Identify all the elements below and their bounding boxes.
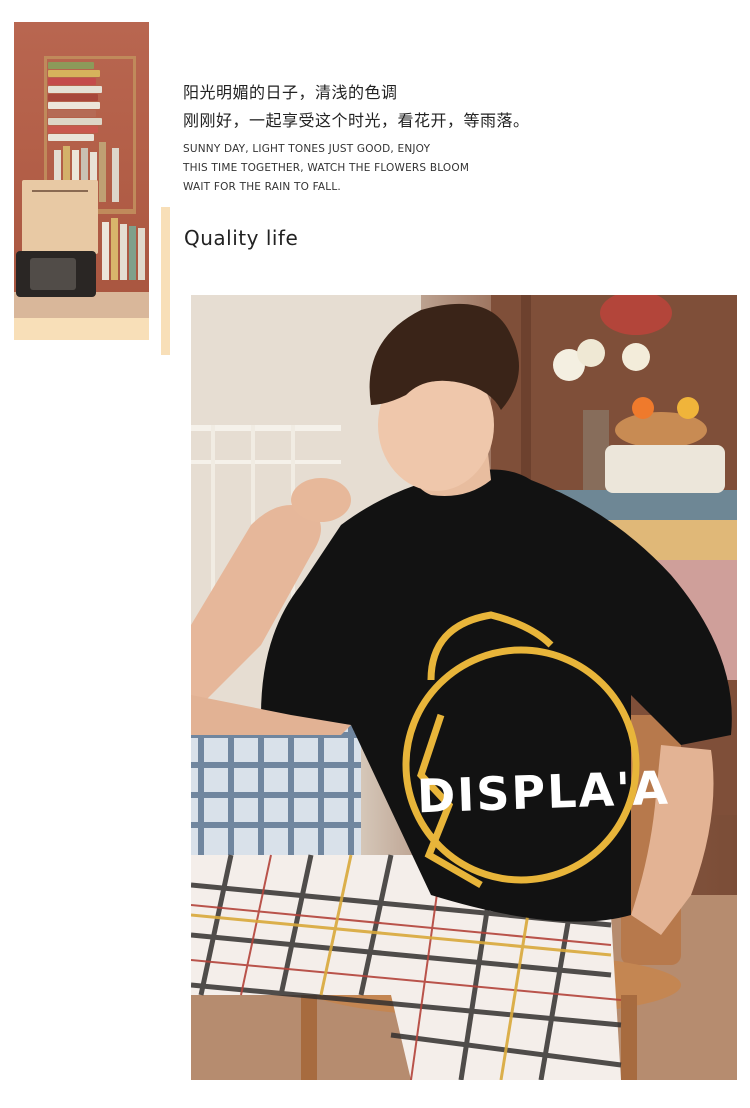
english-tagline-line2: THIS TIME TOGETHER, WATCH THE FLOWERS BL… [183, 162, 470, 174]
bookshelf-thumbnail [14, 22, 149, 340]
photo-scene [191, 295, 737, 1080]
english-tagline-line3: WAIT FOR THE RAIN TO FALL. [183, 181, 341, 193]
product-photo: DISPLA'A [191, 295, 737, 1080]
paper-bag [22, 180, 98, 254]
chinese-tagline-line2: 刚刚好，一起享受这个时光，看花开，等雨落。 [183, 111, 530, 130]
accent-bar [161, 207, 170, 355]
chinese-tagline-line1: 阳光明媚的日子，清浅的色调 [183, 83, 398, 102]
english-tagline-line1: SUNNY DAY, LIGHT TONES JUST GOOD, ENJOY [183, 143, 431, 155]
retro-tv [16, 251, 96, 297]
bookshelf-photo [14, 22, 149, 318]
shirt-print-text: DISPLA'A [416, 760, 671, 824]
heading-quality-life: Quality life [184, 226, 299, 250]
